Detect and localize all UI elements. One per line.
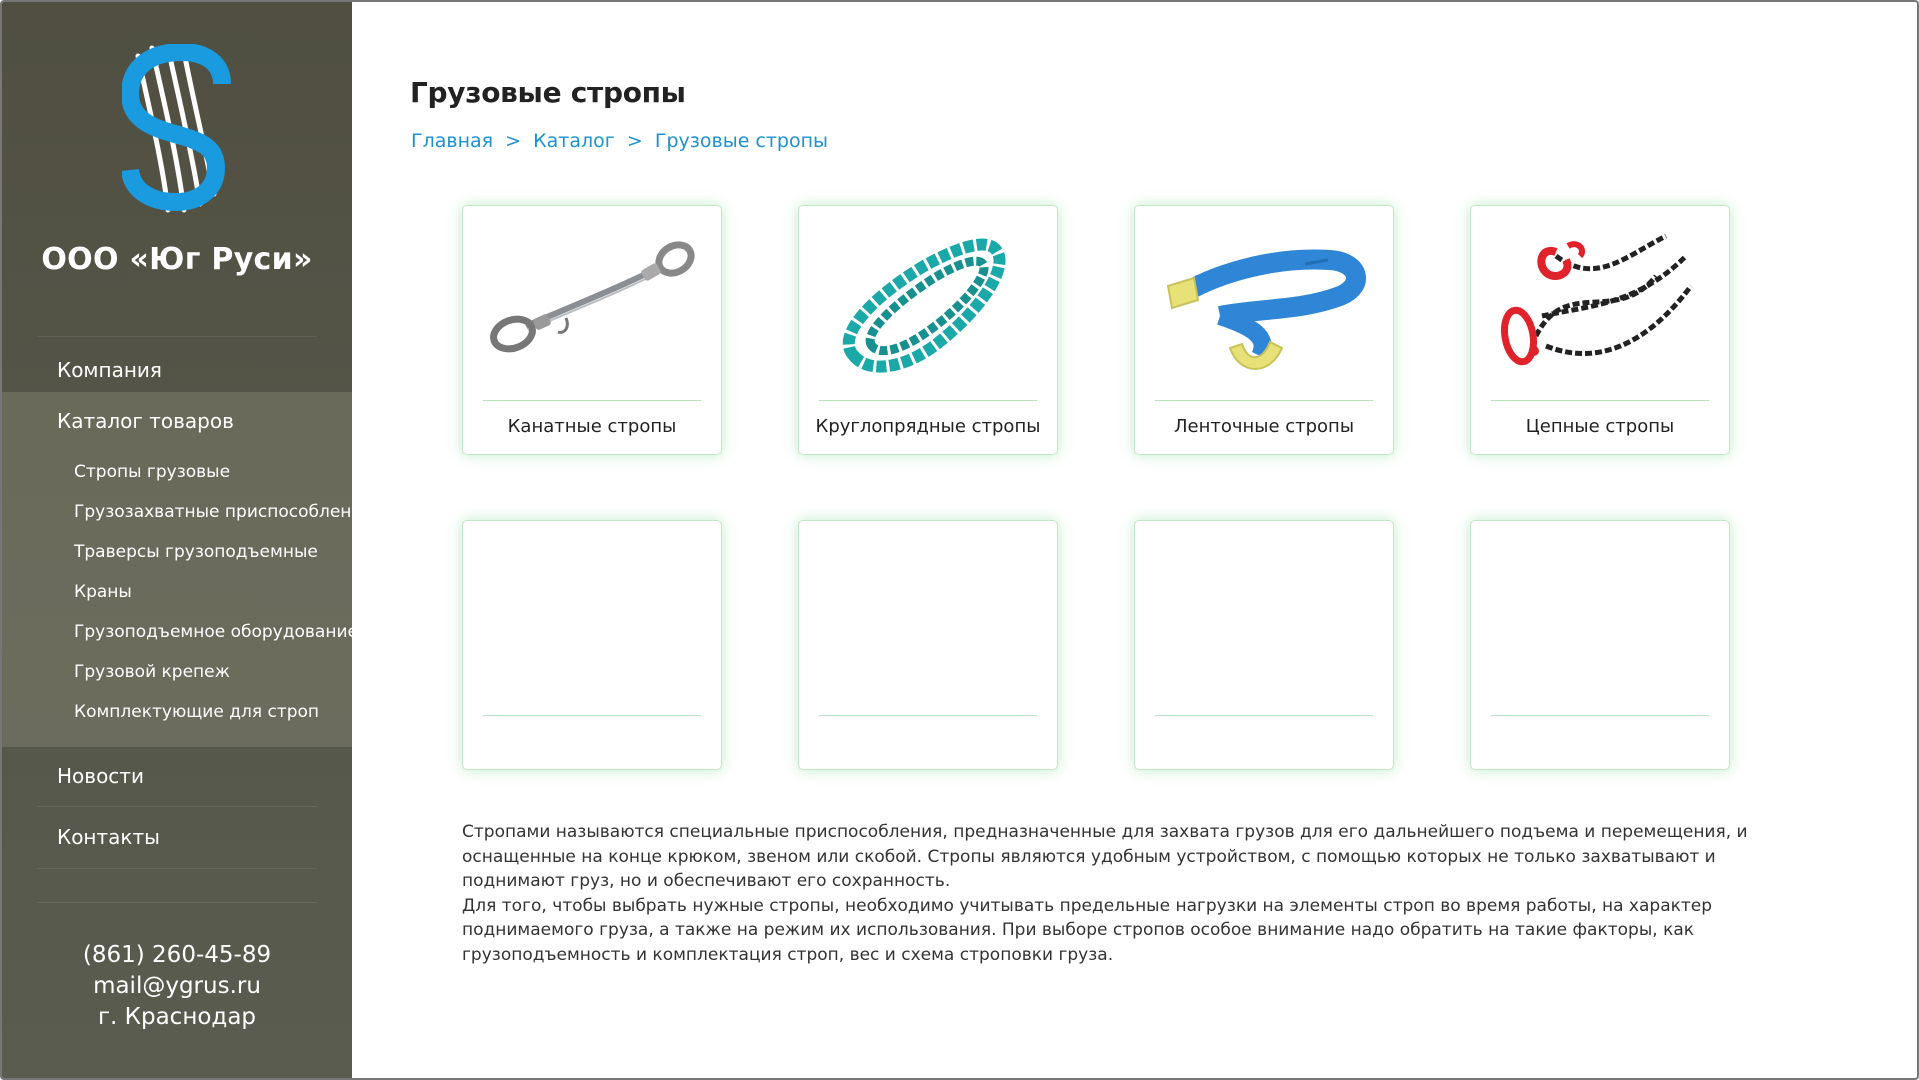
category-description: Стропами называются специальные приспосо… — [462, 820, 1762, 967]
breadcrumb-separator: > — [499, 130, 528, 152]
chain-sling-image — [1500, 233, 1693, 366]
page-frame: ООО «Юг Руси» Компания Каталог товаров С… — [0, 0, 1919, 1080]
card-divider — [819, 715, 1037, 716]
product-card-empty[interactable] — [1470, 520, 1730, 770]
catalog-item-cranes[interactable]: Краны — [74, 582, 132, 602]
company-name: ООО «Юг Руси» — [41, 242, 313, 277]
nav-catalog-section: Каталог товаров Стропы грузовые Грузозах… — [2, 392, 373, 747]
contacts-block: (861) 260-45-89 mail@ygrus.ru г. Краснод… — [2, 940, 352, 1033]
catalog-item-traverses[interactable]: Траверсы грузоподъемные — [74, 542, 318, 562]
nav-news[interactable]: Новости — [57, 764, 144, 788]
product-card-round-sling[interactable]: Круглопрядные стропы — [798, 205, 1058, 455]
card-divider — [1155, 715, 1373, 716]
breadcrumb-current[interactable]: Грузовые стропы — [655, 130, 828, 152]
card-divider — [1155, 400, 1373, 401]
product-card-label: Круглопрядные стропы — [815, 416, 1041, 437]
card-divider — [483, 400, 701, 401]
description-paragraph: Для того, чтобы выбрать нужные стропы, н… — [462, 895, 1713, 965]
nav-company[interactable]: Компания — [57, 358, 162, 382]
card-divider — [1491, 400, 1709, 401]
card-divider — [819, 400, 1037, 401]
email-address[interactable]: mail@ygrus.ru — [2, 971, 352, 1002]
product-card-empty[interactable] — [462, 520, 722, 770]
round-sling-image — [842, 238, 1006, 373]
divider — [37, 902, 317, 903]
sidebar: ООО «Юг Руси» Компания Каталог товаров С… — [2, 2, 373, 1078]
product-card-empty[interactable] — [798, 520, 1058, 770]
product-card-label: Канатные стропы — [507, 416, 677, 437]
logo-icon[interactable] — [122, 44, 234, 214]
divider — [37, 868, 317, 869]
divider — [37, 336, 317, 337]
catalog-item-slings[interactable]: Стропы грузовые — [74, 462, 230, 482]
city: г. Краснодар — [97, 1004, 257, 1030]
breadcrumb-catalog[interactable]: Каталог — [533, 130, 615, 152]
breadcrumb-separator: > — [620, 130, 649, 152]
catalog-item-lifting-devices[interactable]: Грузозахватные приспособления — [74, 502, 373, 522]
card-divider — [1491, 715, 1709, 716]
catalog-item-sling-components[interactable]: Комплектующие для строп — [74, 702, 319, 722]
product-card-label: Цепные стропы — [1525, 416, 1675, 437]
product-card-label: Ленточные стропы — [1173, 416, 1355, 437]
breadcrumb-home[interactable]: Главная — [411, 130, 493, 152]
nav-contacts[interactable]: Контакты — [57, 825, 160, 849]
page-title: Грузовые стропы — [410, 76, 686, 109]
main-content: Грузовые стропы Главная > Каталог > Груз… — [352, 2, 1917, 1078]
wire-rope-sling-image — [490, 241, 695, 353]
phone-number[interactable]: (861) 260-45-89 — [2, 940, 352, 971]
catalog-item-cargo-fasteners[interactable]: Грузовой крепеж — [74, 662, 230, 682]
divider — [37, 806, 317, 807]
product-card-empty[interactable] — [1134, 520, 1394, 770]
description-paragraph: Стропами называются специальные приспосо… — [462, 822, 1748, 891]
catalog-item-lifting-equipment[interactable]: Грузоподъемное оборудование — [74, 622, 358, 642]
product-card-chain-sling[interactable]: Цепные стропы — [1470, 205, 1730, 455]
nav-catalog[interactable]: Каталог товаров — [57, 409, 234, 433]
webbing-sling-image — [1166, 249, 1366, 370]
card-divider — [483, 715, 701, 716]
product-card-webbing-sling[interactable]: Ленточные стропы — [1134, 205, 1394, 455]
product-card-wire-rope[interactable]: Канатные стропы — [462, 205, 722, 455]
breadcrumb: Главная > Каталог > Грузовые стропы — [411, 130, 828, 152]
